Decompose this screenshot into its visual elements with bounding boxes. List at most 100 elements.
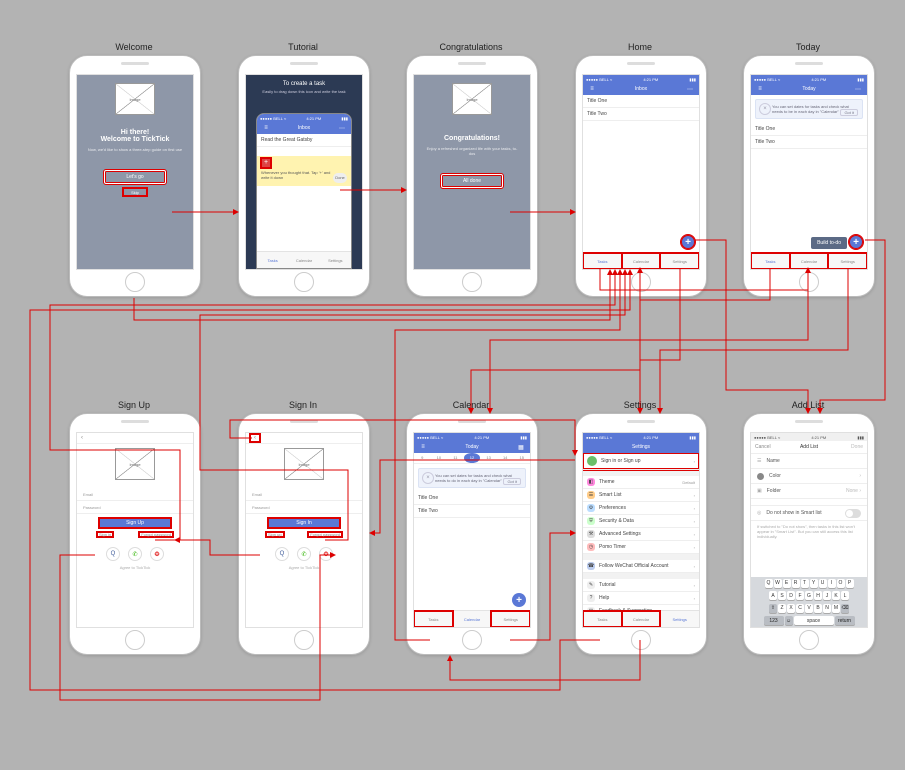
setting-preferences[interactable]: ⚙Preferences›	[583, 502, 699, 515]
setting-security[interactable]: ⛨Security & Data›	[583, 515, 699, 528]
label-today: Today	[743, 42, 873, 52]
agree-text: Agree to TickTick	[77, 565, 193, 570]
got-it-button[interactable]: Got it	[840, 109, 858, 116]
tab-calendar[interactable]: Calendar	[288, 252, 319, 268]
tab-tasks[interactable]: Tasks	[751, 253, 790, 269]
nav-title: Add List	[800, 444, 818, 450]
tutorial-sub: Easily to drag down this icon and write …	[258, 89, 350, 94]
tip-text: You can set dates for tasks and check wh…	[772, 104, 849, 114]
tab-settings[interactable]: Settings	[660, 611, 699, 627]
tab-tasks[interactable]: Tasks	[583, 611, 622, 627]
menu-icon[interactable]: ≡	[416, 441, 430, 453]
fab-add[interactable]: +	[681, 235, 695, 249]
email-field[interactable]: Email	[77, 488, 193, 501]
image-placeholder: Image	[284, 448, 324, 480]
welcome-title1: Hi there!	[77, 129, 193, 136]
back-icon[interactable]: ‹	[250, 434, 260, 442]
flow-canvas: { "status": {"carrier":"●●●●● BELL ≈","t…	[0, 0, 905, 770]
color-row[interactable]: Color›	[751, 469, 867, 484]
forgot-password-link[interactable]: Forgot password	[308, 532, 342, 537]
keyboard[interactable]: QWERTYUIOP ASDFGHJKL ⇧ZXCVBNM⌫ 123☺space…	[751, 577, 867, 627]
signin-button[interactable]: Sign In	[268, 518, 340, 528]
qq-icon[interactable]: Q	[275, 547, 289, 561]
password-field[interactable]: Password	[77, 501, 193, 514]
tab-settings[interactable]: Settings	[491, 611, 530, 627]
task-row[interactable]: Title One	[751, 123, 867, 136]
setting-pomo[interactable]: ◷Pomo Timer›	[583, 541, 699, 554]
signup-button[interactable]: Sign Up	[99, 518, 171, 528]
task-row[interactable]: Read the Great Gatsby	[257, 134, 351, 147]
tutorial-title: To create a task	[246, 75, 362, 87]
got-it-button[interactable]: Got it	[503, 478, 521, 485]
back-icon[interactable]: ‹	[77, 433, 193, 444]
welcome-start-button[interactable]: Let's go	[104, 170, 166, 184]
close-icon[interactable]: ×	[759, 103, 771, 115]
welcome-skip-button[interactable]: Skip	[123, 188, 147, 196]
cancel-button[interactable]: Cancel	[755, 444, 771, 450]
name-field[interactable]: ☰Name	[751, 454, 867, 469]
tab-calendar[interactable]: Calendar	[453, 611, 492, 627]
task-row[interactable]: Title Two	[751, 136, 867, 149]
task-row[interactable]: Title One	[414, 492, 530, 505]
label-tutorial: Tutorial	[238, 42, 368, 52]
setting-smartlist[interactable]: ☰Smart List›	[583, 489, 699, 502]
setting-help[interactable]: ?Help›	[583, 592, 699, 605]
tab-calendar[interactable]: Calendar	[622, 253, 661, 269]
label-addlist: Add List	[743, 400, 873, 410]
setting-theme[interactable]: ◧ThemeDefault	[583, 476, 699, 489]
weibo-icon[interactable]: ❂	[319, 547, 333, 561]
screen-today: ●●●●● BELL ≈4:21 PM▮▮▮ ≡Today⋯ × You can…	[743, 55, 875, 297]
congrats-done-button[interactable]: All done	[441, 174, 503, 188]
fab-add[interactable]: +	[849, 235, 863, 249]
setting-advanced[interactable]: ⚒Advanced Settings›	[583, 528, 699, 541]
wechat-icon[interactable]: ✆	[297, 547, 311, 561]
image-placeholder: Image	[452, 83, 492, 115]
tab-settings[interactable]: Settings	[660, 253, 699, 269]
tutorial-hint: Whenever you thought that. Tap '+' and w…	[261, 170, 335, 180]
weibo-icon[interactable]: ❂	[150, 547, 164, 561]
tab-calendar[interactable]: Calendar	[790, 253, 829, 269]
tutorial-add-icon[interactable]: +	[261, 158, 271, 168]
task-row[interactable]: Title Two	[414, 505, 530, 518]
password-field[interactable]: Password	[246, 501, 362, 514]
calendar-mode-icon[interactable]: ▦	[514, 441, 528, 453]
tab-tasks[interactable]: Tasks	[257, 252, 288, 268]
tab-tasks[interactable]: Tasks	[414, 611, 453, 627]
email-field[interactable]: Email	[246, 488, 362, 501]
menu-icon[interactable]: ≡	[585, 83, 599, 95]
task-row[interactable]: Title One	[583, 95, 699, 108]
more-icon[interactable]: ⋯	[335, 122, 349, 134]
nav-title: Today	[802, 86, 815, 92]
screen-signup: ‹ Image Email Password Sign Up Sign in F…	[69, 413, 201, 655]
tab-settings[interactable]: Settings	[320, 252, 351, 268]
label-signin: Sign In	[238, 400, 368, 410]
smartlist-toggle-row[interactable]: ◎Do not show in Smart list	[751, 505, 867, 521]
week-strip[interactable]: 91011 12 131415	[414, 453, 530, 464]
folder-row[interactable]: ▣FolderNone ›	[751, 484, 867, 499]
tab-tasks[interactable]: Tasks	[583, 253, 622, 269]
tutorial-done[interactable]: Done	[333, 173, 347, 183]
tab-calendar[interactable]: Calendar	[622, 611, 661, 627]
congrats-title: Congratulations!	[414, 135, 530, 142]
done-button[interactable]: Done	[851, 444, 863, 450]
forgot-password-link[interactable]: Forgot password	[139, 532, 173, 537]
setting-tutorial[interactable]: ✎Tutorial›	[583, 579, 699, 592]
build-todo-button[interactable]: Build to-do	[811, 237, 847, 249]
welcome-sub: Now, we'd like to show a three-step guid…	[87, 147, 183, 152]
qq-icon[interactable]: Q	[106, 547, 120, 561]
close-icon[interactable]: ×	[422, 472, 434, 484]
tabbar: Tasks Calendar Settings	[414, 610, 530, 627]
toggle-switch[interactable]	[845, 509, 861, 518]
setting-follow[interactable]: ☎Follow WeChat Official Account›	[583, 560, 699, 573]
menu-icon[interactable]: ≡	[753, 83, 767, 95]
signin-row[interactable]: Sign in or Sign up›	[583, 453, 699, 470]
switch-signin-link[interactable]: Sign in	[97, 532, 113, 537]
tab-settings[interactable]: Settings	[828, 253, 867, 269]
fab-add[interactable]: +	[512, 593, 526, 607]
wechat-icon[interactable]: ✆	[128, 547, 142, 561]
menu-icon[interactable]: ≡	[259, 122, 273, 134]
more-icon[interactable]: ⋯	[851, 83, 865, 95]
task-row[interactable]: Title Two	[583, 108, 699, 121]
switch-signup-link[interactable]: Sign up	[266, 532, 284, 537]
more-icon[interactable]: ⋯	[683, 83, 697, 95]
